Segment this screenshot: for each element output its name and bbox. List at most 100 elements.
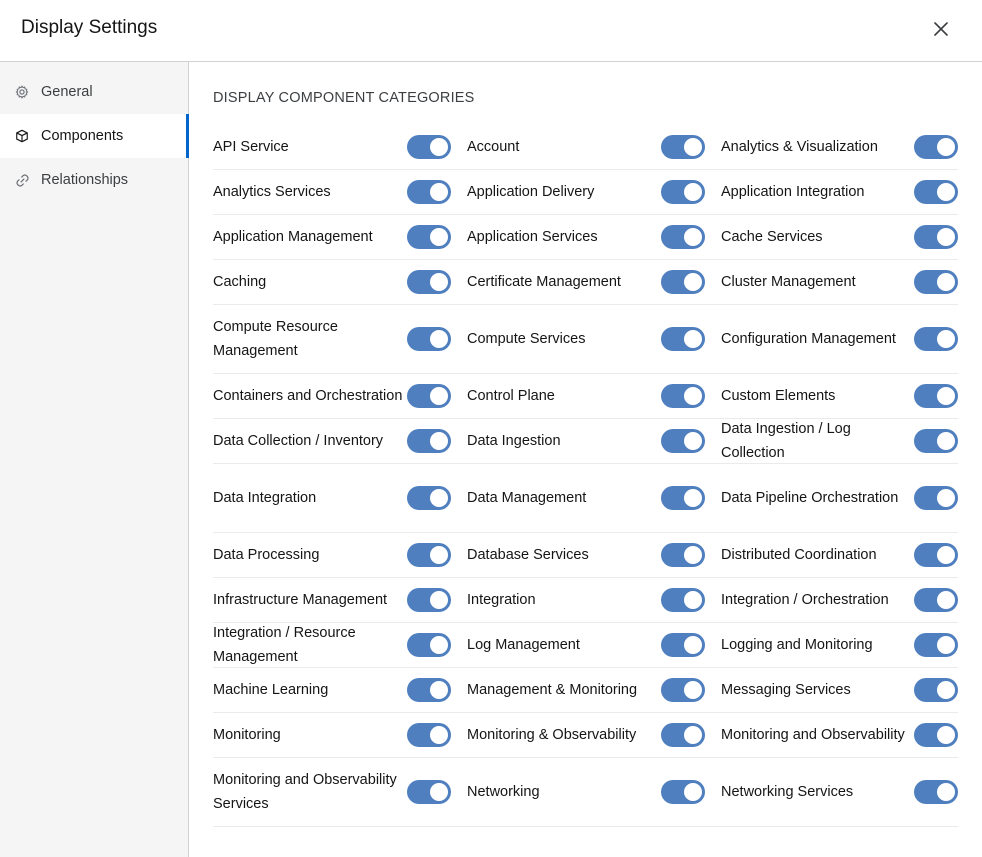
category-label: Data Pipeline Orchestration — [721, 490, 899, 506]
category-toggle[interactable] — [407, 543, 451, 567]
category-label: Monitoring and Observability Services — [213, 772, 397, 812]
category-row: Data Collection / Inventory Data Ingestio… — [213, 419, 958, 464]
category-label: Integration / Resource Management — [213, 625, 356, 665]
category-toggle[interactable] — [407, 678, 451, 702]
category-label: Application Services — [467, 229, 598, 245]
link-icon — [14, 172, 30, 188]
category-label: Analytics Services — [213, 184, 331, 200]
close-icon — [934, 22, 948, 36]
category-item: Machine Learning — [213, 668, 451, 712]
category-item: Data Collection / Inventory — [213, 419, 451, 463]
category-toggle[interactable] — [407, 486, 451, 510]
category-item: Integration — [467, 578, 705, 622]
category-item: Monitoring and Observability Services — [213, 758, 451, 826]
category-label: Monitoring — [213, 727, 281, 743]
category-label: Data Collection / Inventory — [213, 433, 384, 449]
category-toggle[interactable] — [661, 327, 705, 351]
category-toggle[interactable] — [914, 723, 958, 747]
sidebar-item-components[interactable]: Components — [0, 114, 189, 158]
category-toggle[interactable] — [914, 588, 958, 612]
category-toggle[interactable] — [914, 543, 958, 567]
category-toggle[interactable] — [661, 633, 705, 657]
category-item: Account — [467, 125, 705, 169]
category-item: Data Processing — [213, 533, 451, 577]
category-row: Data Processing Database Services Distribu… — [213, 533, 958, 578]
category-toggle[interactable] — [914, 633, 958, 657]
category-toggle[interactable] — [661, 678, 705, 702]
category-label: Custom Elements — [721, 388, 836, 404]
category-toggle[interactable] — [914, 429, 958, 453]
category-toggle[interactable] — [914, 327, 958, 351]
category-toggle[interactable] — [914, 780, 958, 804]
sidebar-item-relationships[interactable]: Relationships — [0, 158, 188, 202]
category-label: Data Integration — [213, 490, 317, 506]
section-title: DISPLAY COMPONENT CATEGORIES — [213, 90, 475, 106]
category-label: Control Plane — [467, 388, 555, 404]
category-toggle[interactable] — [914, 225, 958, 249]
sidebar-item-label: General — [41, 84, 93, 100]
modal-header: Display Settings — [0, 0, 982, 62]
category-toggle[interactable] — [407, 384, 451, 408]
category-item: Monitoring & Observability — [467, 713, 705, 757]
category-label: Application Delivery — [467, 184, 595, 200]
category-toggle[interactable] — [661, 135, 705, 159]
category-toggle[interactable] — [661, 270, 705, 294]
category-toggle[interactable] — [407, 588, 451, 612]
category-item: Application Services — [467, 215, 705, 259]
category-label: Management & Monitoring — [467, 682, 638, 698]
category-toggle[interactable] — [914, 486, 958, 510]
category-toggle[interactable] — [914, 384, 958, 408]
category-toggle[interactable] — [661, 543, 705, 567]
category-toggle[interactable] — [914, 270, 958, 294]
category-toggle[interactable] — [407, 180, 451, 204]
category-label: Distributed Coordination — [721, 547, 877, 563]
category-item: Configuration Management — [721, 305, 958, 373]
category-toggle[interactable] — [914, 180, 958, 204]
category-label: Networking — [467, 784, 540, 800]
category-toggle[interactable] — [661, 780, 705, 804]
category-label: Configuration Management — [721, 331, 896, 347]
category-toggle[interactable] — [407, 780, 451, 804]
category-toggle[interactable] — [661, 723, 705, 747]
category-toggle[interactable] — [407, 270, 451, 294]
category-toggle[interactable] — [661, 429, 705, 453]
category-toggle[interactable] — [407, 327, 451, 351]
category-item: Monitoring and Observability — [721, 713, 958, 757]
category-row: Application Management Application Servic… — [213, 215, 958, 260]
category-item: Data Management — [467, 464, 705, 532]
category-label: Account — [467, 139, 520, 155]
category-toggle[interactable] — [661, 588, 705, 612]
category-label: Log Management — [467, 637, 580, 653]
category-item: Certificate Management — [467, 260, 705, 304]
category-toggle[interactable] — [407, 225, 451, 249]
category-label: Integration — [467, 592, 536, 608]
category-row: Infrastructure Management Integration Inte… — [213, 578, 958, 623]
close-button[interactable] — [928, 16, 954, 42]
category-toggle[interactable] — [661, 384, 705, 408]
category-label: API Service — [213, 139, 289, 155]
category-toggle[interactable] — [407, 633, 451, 657]
category-toggle[interactable] — [661, 225, 705, 249]
category-label: Cache Services — [721, 229, 823, 245]
category-label: Cluster Management — [721, 274, 856, 290]
category-label: Application Integration — [721, 184, 865, 200]
settings-sidebar: General Components Relationships — [0, 62, 189, 857]
category-toggle[interactable] — [914, 678, 958, 702]
category-toggle[interactable] — [661, 180, 705, 204]
category-toggle[interactable] — [914, 135, 958, 159]
category-item: Networking — [467, 758, 705, 826]
category-toggle[interactable] — [661, 486, 705, 510]
sidebar-item-general[interactable]: General — [0, 70, 188, 114]
sidebar-item-label: Relationships — [41, 172, 129, 188]
category-toggle[interactable] — [407, 429, 451, 453]
category-item: Infrastructure Management — [213, 578, 451, 622]
category-toggle[interactable] — [407, 135, 451, 159]
category-grid: API Service Account Analytics & Visualizat… — [213, 125, 958, 827]
category-item: Caching — [213, 260, 451, 304]
category-row: Data Integration Data Management Data Pipe… — [213, 464, 958, 533]
category-toggle[interactable] — [407, 723, 451, 747]
category-label: Containers and Orchestration — [213, 388, 403, 404]
category-label: Data Ingestion / Log Collection — [721, 421, 851, 461]
category-item: API Service — [213, 125, 451, 169]
category-label: Caching — [213, 274, 267, 290]
